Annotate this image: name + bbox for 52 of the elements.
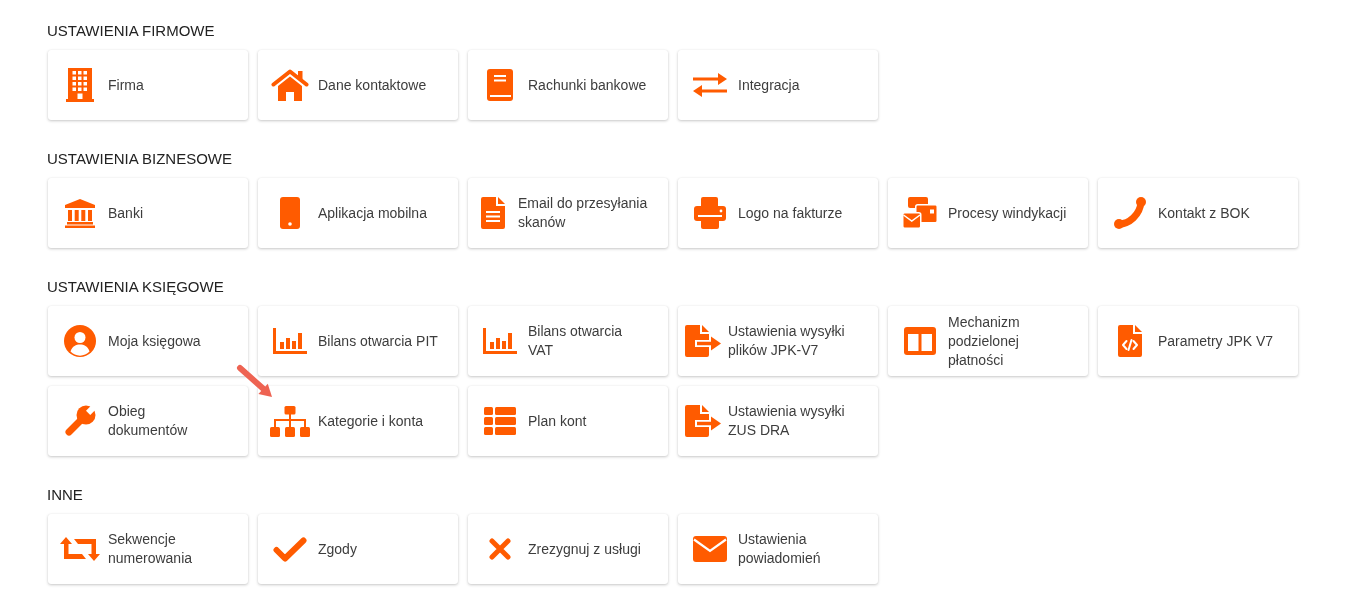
envelope-icon: [693, 536, 727, 562]
wrench-icon: [64, 405, 96, 437]
cross-icon: [489, 538, 511, 560]
bar-chart-icon: [483, 328, 517, 354]
settings-tile[interactable]: Email do przesyłania skanów: [468, 178, 668, 248]
settings-tile[interactable]: Plan kont: [468, 386, 668, 456]
settings-tile[interactable]: Logo na fakturze: [678, 178, 878, 248]
settings-tile[interactable]: Ustawienia wysyłki plików JPK-V7: [678, 306, 878, 376]
envelopes-icon: [902, 197, 938, 229]
user-icon: [63, 324, 97, 358]
settings-tile[interactable]: Zgody: [258, 514, 458, 584]
settings-tile[interactable]: Kontakt z BOK: [1098, 178, 1298, 248]
book-icon: [487, 69, 513, 101]
bank-icon: [65, 198, 95, 228]
section-heading: INNE: [47, 485, 83, 505]
settings-tile[interactable]: Bilans otwarcia PIT: [258, 306, 458, 376]
sitemap-icon: [270, 405, 310, 437]
phone-icon: [1114, 197, 1146, 229]
columns-icon: [904, 327, 936, 355]
document-icon: [481, 197, 505, 229]
settings-tile[interactable]: Ustawienia powiadomień: [678, 514, 878, 584]
settings-tile[interactable]: Dane kontaktowe: [258, 50, 458, 120]
smartphone-icon: [280, 197, 300, 229]
house-icon: [271, 69, 309, 101]
code-file-icon: [1118, 325, 1142, 357]
settings-tile[interactable]: Procesy windykacji: [888, 178, 1088, 248]
building-icon: [66, 68, 94, 102]
file-export-icon: [685, 325, 721, 357]
settings-tile[interactable]: Aplikacja mobilna: [258, 178, 458, 248]
settings-tile[interactable]: Obieg dokumentów: [48, 386, 248, 456]
settings-tile[interactable]: Moja księgowa: [48, 306, 248, 376]
printer-icon: [694, 197, 726, 229]
list-icon: [484, 407, 516, 435]
bar-chart-icon: [273, 328, 307, 354]
settings-tile[interactable]: Sekwencje numerowania: [48, 514, 248, 584]
settings-tile[interactable]: Bilans otwarcia VAT: [468, 306, 668, 376]
settings-tile[interactable]: Mechanizm podzielonej płatności: [888, 306, 1088, 376]
check-icon: [273, 536, 307, 562]
settings-tile[interactable]: Firma: [48, 50, 248, 120]
section-heading: USTAWIENIA BIZNESOWE: [47, 149, 233, 169]
settings-tile[interactable]: Ustawienia wysyłki ZUS DRA: [678, 386, 878, 456]
file-export-icon: [685, 405, 721, 437]
exchange-arrows-icon: [693, 73, 727, 97]
settings-tile[interactable]: Banki: [48, 178, 248, 248]
settings-tile[interactable]: Kategorie i konta: [258, 386, 458, 456]
repeat-arrows-icon: [60, 536, 100, 562]
settings-tile[interactable]: Parametry JPK V7: [1098, 306, 1298, 376]
section-heading: USTAWIENIA FIRMOWE: [47, 21, 215, 41]
section-heading: USTAWIENIA KSIĘGOWE: [47, 277, 224, 297]
settings-tile[interactable]: Integracja: [678, 50, 878, 120]
settings-tile[interactable]: Zrezygnuj z usługi: [468, 514, 668, 584]
settings-tile[interactable]: Rachunki bankowe: [468, 50, 668, 120]
